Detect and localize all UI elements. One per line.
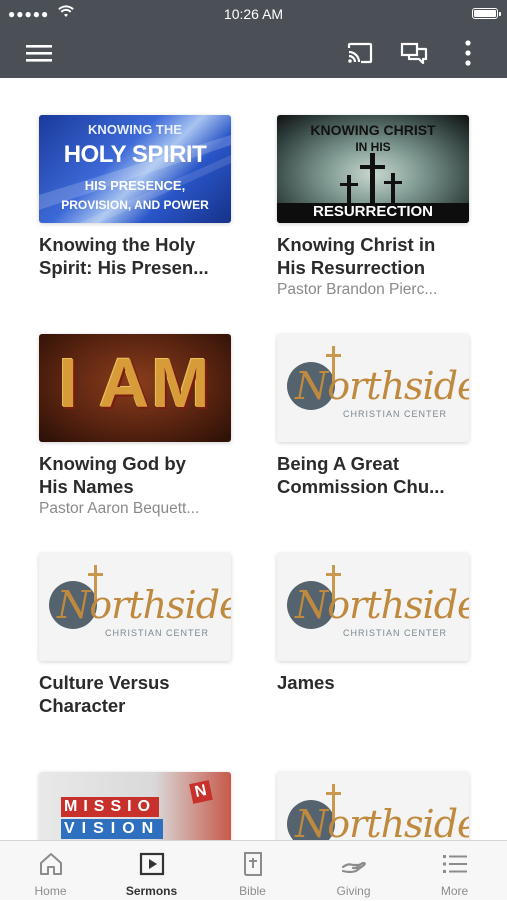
sermon-thumbnail[interactable]: KNOWING THE HOLY SPIRIT HIS PRESENCE, PR…	[39, 115, 231, 223]
home-icon	[0, 851, 101, 877]
tab-giving[interactable]: Giving	[303, 841, 404, 901]
northside-logo-thumbnail[interactable]: Northside CHRISTIAN CENTER	[277, 553, 469, 661]
tab-sermons-label: Sermons	[125, 884, 178, 898]
logo-text: Northside	[295, 364, 469, 408]
app-bar	[0, 28, 507, 78]
status-bar: ●●●●● 10:26 AM	[0, 0, 507, 28]
art-word: I AM	[58, 344, 212, 422]
tab-giving-label: Giving	[336, 884, 371, 898]
art-line-4: PROVISION, AND POWER	[61, 198, 209, 212]
sermon-card[interactable]: Northside CHRISTIAN CENTER Culture Versu…	[39, 553, 231, 717]
art-line-2: IN HIS	[355, 140, 391, 154]
northside-logo-thumbnail[interactable]: Northside CHRISTIAN CENTER	[39, 553, 231, 661]
sermon-card[interactable]: I AM Knowing God by His Names Pastor Aar…	[39, 334, 231, 520]
art-word-mission: MISSIO	[61, 797, 160, 817]
bottom-tab-bar: Home Sermons Bible Giving More	[0, 840, 507, 900]
logo-text: Northside	[295, 583, 469, 627]
sermon-card[interactable]: MISSIO N VISION	[39, 772, 231, 840]
tab-more[interactable]: More	[404, 841, 505, 901]
art-line-2: HOLY SPIRIT	[63, 141, 207, 168]
logo-cross-bar	[326, 573, 341, 576]
status-time: 10:26 AM	[223, 6, 284, 22]
sermon-title[interactable]: Knowing Christ in His Resurrection	[277, 233, 469, 279]
menu-icon[interactable]	[24, 38, 54, 68]
more-vertical-icon[interactable]	[453, 38, 483, 68]
logo-cross-bar	[326, 792, 341, 795]
tab-bible[interactable]: Bible	[202, 841, 303, 901]
northside-logo-thumbnail[interactable]: Northside	[277, 772, 469, 840]
sermon-title[interactable]: Being A Great Commission Chu...	[277, 452, 469, 498]
chat-icon[interactable]	[399, 38, 429, 68]
sermon-card[interactable]: Northside	[277, 772, 469, 840]
art-word-vision: VISION	[61, 819, 164, 839]
logo-cross-bar	[88, 573, 103, 576]
sermon-card[interactable]: KNOWING THE HOLY SPIRIT HIS PRESENCE, PR…	[39, 115, 231, 279]
list-icon	[404, 851, 505, 877]
art-line-3: HIS PRESENCE,	[84, 178, 186, 193]
sermon-speaker: Pastor Brandon Pierc...	[277, 281, 438, 298]
sermon-speaker: Pastor Aaron Bequett...	[39, 500, 200, 517]
sermon-title[interactable]: Knowing the Holy Spirit: His Presen...	[39, 233, 231, 279]
logo-text: Northside	[295, 802, 469, 840]
sermon-title[interactable]: Knowing God by His Names	[39, 452, 231, 498]
logo-subtext: CHRISTIAN CENTER	[343, 409, 448, 419]
sermon-card[interactable]: Northside CHRISTIAN CENTER James	[277, 553, 469, 694]
play-icon	[101, 851, 202, 877]
sermon-card[interactable]: KNOWING CHRIST IN HIS RESURRECTION Knowi…	[277, 115, 469, 301]
logo-cross-bar	[326, 354, 341, 357]
tab-home[interactable]: Home	[0, 841, 101, 901]
sermon-title[interactable]: James	[277, 671, 469, 694]
logo-subtext: CHRISTIAN CENTER	[105, 628, 210, 638]
art-line-1: KNOWING CHRIST	[310, 122, 436, 138]
cast-icon[interactable]	[345, 38, 375, 68]
northside-logo-thumbnail[interactable]: Northside CHRISTIAN CENTER	[277, 334, 469, 442]
art-word-extra: N	[189, 780, 213, 804]
giving-icon	[303, 851, 404, 877]
tab-home-label: Home	[34, 884, 67, 898]
tab-more-label: More	[440, 884, 469, 898]
sermon-card[interactable]: Northside CHRISTIAN CENTER Being A Great…	[277, 334, 469, 498]
sermon-title[interactable]: Culture Versus Character	[39, 671, 231, 717]
bible-icon	[202, 851, 303, 877]
art-line-1: KNOWING THE	[88, 122, 182, 137]
battery-icon	[472, 8, 501, 19]
sermon-thumbnail[interactable]: I AM	[39, 334, 231, 442]
sermon-grid: KNOWING THE HOLY SPIRIT HIS PRESENCE, PR…	[0, 78, 507, 840]
tab-sermons[interactable]: Sermons	[101, 841, 202, 901]
art-line-3: RESURRECTION	[312, 203, 433, 220]
logo-subtext: CHRISTIAN CENTER	[343, 628, 448, 638]
sermon-thumbnail[interactable]: KNOWING CHRIST IN HIS RESURRECTION	[277, 115, 469, 223]
logo-text: Northside	[57, 583, 231, 627]
tab-bible-label: Bible	[239, 884, 266, 898]
sermon-thumbnail[interactable]: MISSIO N VISION	[39, 772, 231, 840]
